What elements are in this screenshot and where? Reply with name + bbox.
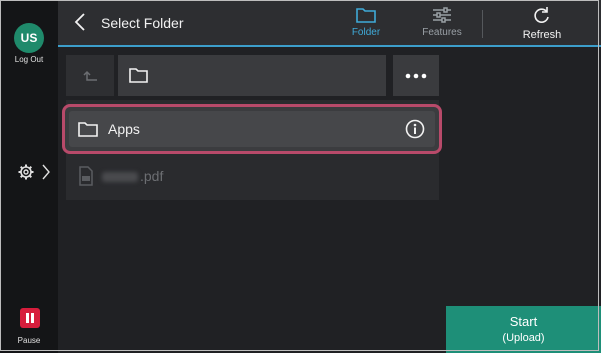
header-divider — [482, 10, 483, 38]
page-title: Select Folder — [101, 15, 184, 31]
more-icon — [405, 73, 427, 78]
logout-label[interactable]: Log Out — [0, 55, 58, 64]
tab-features-label: Features — [422, 27, 462, 38]
refresh-label: Refresh — [522, 29, 562, 41]
redacted-filename — [102, 172, 138, 183]
user-avatar[interactable]: US — [14, 23, 44, 53]
refresh-icon — [534, 7, 549, 23]
tab-folder[interactable]: Folder — [348, 6, 384, 38]
left-rail: US Log Out Pause — [0, 0, 58, 353]
start-label: Start — [509, 314, 538, 329]
header-accent-line — [58, 45, 601, 47]
list-item-pdf-label: .pdf — [140, 168, 164, 184]
up-level-icon — [83, 70, 97, 81]
gear-icon — [18, 164, 34, 185]
refresh-button[interactable]: Refresh — [518, 6, 566, 41]
start-sub-label: (Upload) — [502, 332, 545, 344]
folder-icon — [129, 68, 148, 83]
info-icon[interactable] — [405, 119, 425, 144]
current-path-box — [118, 55, 386, 96]
start-upload-button[interactable]: Start (Upload) — [446, 306, 601, 353]
settings-button[interactable] — [18, 164, 50, 185]
folder-icon — [356, 8, 376, 23]
tab-features[interactable]: Features — [418, 6, 466, 38]
file-icon — [79, 166, 93, 186]
more-options-button[interactable] — [393, 55, 439, 96]
chevron-left-icon[interactable] — [74, 12, 86, 37]
pause-button[interactable] — [20, 308, 40, 328]
tab-folder-label: Folder — [351, 27, 381, 38]
pause-label: Pause — [17, 336, 41, 345]
list-item-pdf: .pdf — [78, 166, 163, 186]
list-item-apps-label: Apps — [108, 121, 140, 137]
pause-icon — [26, 313, 34, 323]
chevron-right-icon — [42, 164, 50, 185]
sliders-icon — [433, 7, 451, 23]
up-level-button[interactable] — [66, 55, 114, 96]
folder-icon — [78, 122, 98, 137]
